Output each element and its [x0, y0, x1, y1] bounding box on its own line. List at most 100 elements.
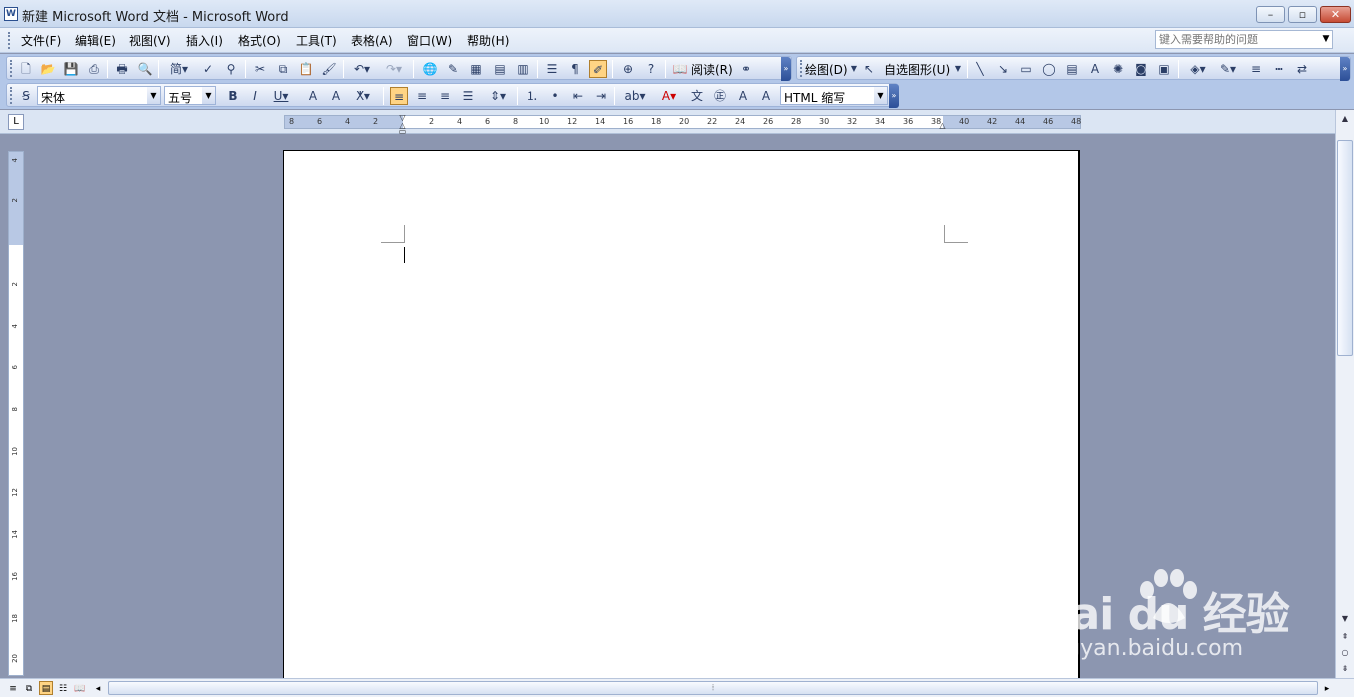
text-box-icon[interactable]: ▤ — [1063, 60, 1081, 78]
tables-borders-icon[interactable]: ✎ — [444, 60, 462, 78]
previous-page-icon[interactable]: ⇞ — [1337, 630, 1353, 644]
simplified-chinese-icon[interactable]: 简▾ — [165, 60, 193, 78]
clip-art-icon[interactable]: ◙ — [1132, 60, 1150, 78]
help-search-input[interactable] — [1156, 31, 1316, 48]
minimize-button[interactable]: – — [1256, 6, 1285, 23]
toolbar-grip[interactable] — [10, 87, 13, 104]
enclose-characters-icon[interactable]: ㊣ — [711, 87, 729, 105]
menu-table[interactable]: 表格(A) — [351, 32, 393, 49]
italic-icon[interactable]: I — [246, 87, 264, 105]
menu-file[interactable]: 文件(F) — [21, 32, 61, 49]
help-pointer-icon[interactable]: ? — [642, 60, 660, 78]
align-left-icon[interactable]: ≡ — [390, 87, 408, 105]
bullets-icon[interactable]: • — [546, 87, 564, 105]
hyperlink-icon[interactable]: 🌐 — [421, 60, 439, 78]
menu-window[interactable]: 窗口(W) — [407, 32, 452, 49]
highlight-icon[interactable]: ab▾ — [620, 87, 650, 105]
save-icon[interactable]: 💾 — [62, 60, 80, 78]
line-style-icon[interactable]: ≡ — [1247, 60, 1265, 78]
menu-format[interactable]: 格式(O) — [238, 32, 281, 49]
new-document-icon[interactable]: 🗋 — [17, 60, 35, 78]
web-layout-icon[interactable]: ⧉ — [22, 681, 36, 695]
styles-icon[interactable]: Ꞩ — [17, 87, 35, 105]
rectangle-icon[interactable]: ▭ — [1017, 60, 1035, 78]
print-layout-icon[interactable]: ▤ — [39, 681, 53, 695]
distributed-icon[interactable]: ☰ — [459, 87, 477, 105]
right-indent-marker[interactable]: △ — [938, 122, 947, 130]
fill-color-icon[interactable]: ◈▾ — [1185, 60, 1211, 78]
cut-icon[interactable]: ✂ — [251, 60, 269, 78]
scroll-left-icon[interactable]: ◂ — [91, 681, 105, 695]
align-center-icon[interactable]: ≡ — [413, 87, 431, 105]
arrow-icon[interactable]: ↘ — [994, 60, 1012, 78]
first-line-indent-marker[interactable]: ▽ — [398, 114, 407, 122]
horizontal-scrollbar[interactable]: ≡ ⧉ ▤ ☷ 📖 ◂ ⦙ ▸ — [0, 678, 1354, 697]
print-icon[interactable]: 🖶 — [113, 60, 131, 78]
shrink-font-icon[interactable]: A — [757, 87, 775, 105]
menu-edit[interactable]: 编辑(E) — [75, 32, 116, 49]
columns-icon[interactable]: ▥ — [514, 60, 532, 78]
vertical-ruler[interactable]: 4 2 2 4 6 8 10 12 14 16 18 20 — [8, 151, 24, 676]
normal-view-icon[interactable]: ≡ — [6, 681, 20, 695]
left-indent-marker[interactable]: ▭ — [398, 128, 407, 136]
print-preview-icon[interactable]: 🔍 — [136, 60, 154, 78]
insert-picture-icon[interactable]: ▣ — [1155, 60, 1173, 78]
oval-icon[interactable]: ◯ — [1040, 60, 1058, 78]
menu-help[interactable]: 帮助(H) — [467, 32, 509, 49]
toolbar-grip[interactable] — [800, 60, 803, 77]
read-button[interactable]: 阅读(R) — [691, 61, 733, 78]
word-icon[interactable]: W — [4, 7, 18, 21]
research-icon[interactable]: ⚲ — [222, 60, 240, 78]
menu-tools[interactable]: 工具(T) — [296, 32, 337, 49]
align-right-icon[interactable]: ≡ — [436, 87, 454, 105]
phonetic-guide-icon[interactable]: 文 — [688, 87, 706, 105]
document-page[interactable] — [283, 150, 1080, 680]
next-page-icon[interactable]: ⇟ — [1337, 662, 1353, 676]
underline-icon[interactable]: U▾ — [268, 87, 294, 105]
font-color-icon[interactable]: A▾ — [656, 87, 682, 105]
undo-icon[interactable]: ↶▾ — [349, 60, 375, 78]
paste-icon[interactable]: 📋 — [297, 60, 315, 78]
drawing-icon[interactable]: ✐ — [589, 60, 607, 78]
select-objects-icon[interactable]: ↖ — [860, 60, 878, 78]
help-search-box[interactable] — [1155, 30, 1333, 49]
spelling-icon[interactable]: ✓ — [199, 60, 217, 78]
toolbar-options-icon[interactable]: » — [1340, 57, 1350, 81]
wordart-icon[interactable]: A — [1086, 60, 1104, 78]
font-name-combo[interactable]: 宋体 ▼ — [37, 86, 161, 105]
document-map-icon[interactable]: ☰ — [543, 60, 561, 78]
outline-view-icon[interactable]: ☷ — [56, 681, 70, 695]
chevron-down-icon[interactable]: ▼ — [874, 87, 887, 104]
style-combo[interactable]: HTML 缩写 ▼ — [780, 86, 888, 105]
select-browse-object-icon[interactable]: ○ — [1337, 646, 1353, 660]
toolbar-options-icon[interactable]: » — [889, 84, 899, 108]
line-spacing-icon[interactable]: ⇕▾ — [483, 87, 513, 105]
format-painter-icon[interactable]: 🖌 — [320, 60, 338, 78]
line-color-icon[interactable]: ✎▾ — [1215, 60, 1241, 78]
font-size-combo[interactable]: 五号 ▼ — [164, 86, 216, 105]
close-button[interactable]: ✕ — [1320, 6, 1351, 23]
increase-indent-icon[interactable]: ⇥ — [592, 87, 610, 105]
autoshapes-button[interactable]: 自选图形(U) — [884, 61, 950, 78]
insert-table-icon[interactable]: ▦ — [467, 60, 485, 78]
scroll-up-icon[interactable]: ▲ — [1337, 112, 1353, 126]
line-icon[interactable]: ╲ — [971, 60, 989, 78]
horizontal-scroll-thumb[interactable]: ⦙ — [108, 681, 1318, 695]
copy-icon[interactable]: ⧉ — [274, 60, 292, 78]
character-shading-icon[interactable]: A — [327, 87, 345, 105]
decrease-indent-icon[interactable]: ⇤ — [569, 87, 587, 105]
vertical-scrollbar[interactable]: ▲ ▼ ⇞ ○ ⇟ — [1335, 110, 1354, 678]
toolbar-grip[interactable] — [10, 60, 13, 77]
chevron-down-icon[interactable]: ▼ — [949, 60, 967, 78]
redo-icon[interactable]: ↷▾ — [381, 60, 407, 78]
show-hide-icon[interactable]: ¶ — [566, 60, 584, 78]
open-folder-icon[interactable]: 📂 — [39, 60, 57, 78]
chevron-down-icon[interactable]: ▼ — [147, 87, 160, 104]
permission-icon[interactable]: ⎙ — [85, 60, 103, 78]
arrow-style-icon[interactable]: ⇄ — [1293, 60, 1311, 78]
menu-insert[interactable]: 插入(I) — [186, 32, 223, 49]
character-border-icon[interactable]: A — [304, 87, 322, 105]
tab-selector[interactable]: L — [8, 114, 24, 130]
grow-font-icon[interactable]: A — [734, 87, 752, 105]
scroll-right-icon[interactable]: ▸ — [1320, 681, 1334, 695]
